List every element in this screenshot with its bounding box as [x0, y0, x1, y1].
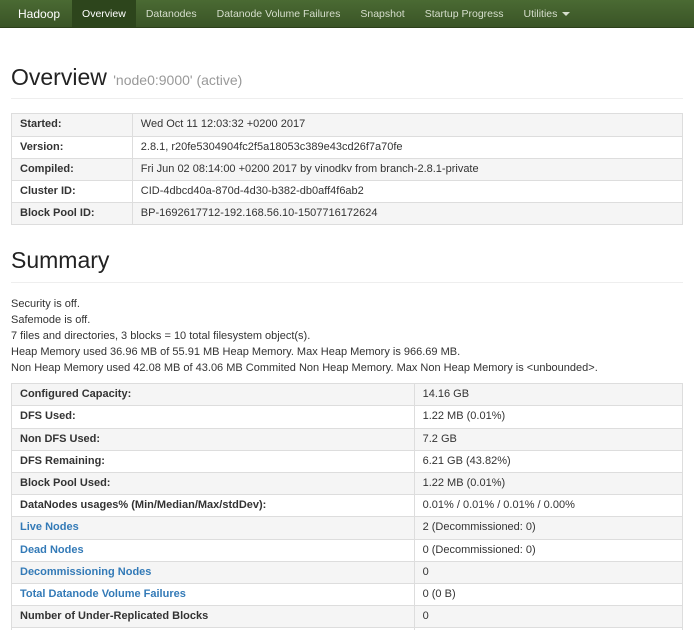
row-label: Started: [12, 114, 133, 136]
row-label: Block Pool ID: [12, 203, 133, 225]
row-label: Non DFS Used: [12, 428, 415, 450]
summary-line-security: Security is off. [11, 297, 683, 311]
row-label: Live Nodes [12, 517, 415, 539]
nav-item-snapshot[interactable]: Snapshot [350, 0, 414, 27]
row-value: 14.16 GB [414, 384, 682, 406]
row-label: Decommissioning Nodes [12, 561, 415, 583]
nav-item-overview[interactable]: Overview [72, 0, 136, 27]
row-value: CID-4dbcd40a-870d-4d30-b382-db0aff4f6ab2 [132, 181, 682, 203]
summary-line-safemode: Safemode is off. [11, 313, 683, 327]
overview-header: Overview 'node0:9000' (active) [11, 64, 683, 99]
table-row: Block Pool ID: BP-1692617712-192.168.56.… [12, 203, 683, 225]
navbar-brand[interactable]: Hadoop [6, 0, 72, 27]
row-value: Wed Oct 11 12:03:32 +0200 2017 [132, 114, 682, 136]
table-row: Configured Capacity: 14.16 GB [12, 384, 683, 406]
row-label: DFS Remaining: [12, 450, 415, 472]
chevron-down-icon [562, 12, 570, 16]
summary-table: Configured Capacity: 14.16 GB DFS Used: … [11, 383, 683, 630]
table-row: Cluster ID: CID-4dbcd40a-870d-4d30-b382-… [12, 181, 683, 203]
table-row: DataNodes usages% (Min/Median/Max/stdDev… [12, 495, 683, 517]
table-row: Total Datanode Volume Failures 0 (0 B) [12, 583, 683, 605]
row-value: 6.21 GB (43.82%) [414, 450, 682, 472]
row-value: 2 (Decommissioned: 0) [414, 517, 682, 539]
row-value: 0 [414, 561, 682, 583]
nav-item-startup-progress[interactable]: Startup Progress [415, 0, 514, 27]
page-title: Overview 'node0:9000' (active) [11, 64, 683, 90]
table-row: Started: Wed Oct 11 12:03:32 +0200 2017 [12, 114, 683, 136]
summary-title-text: Summary [11, 247, 109, 273]
row-value: 2.8.1, r20fe5304904fc2f5a18053c389e43cd2… [132, 136, 682, 158]
summary-lines: Security is off. Safemode is off. 7 file… [11, 297, 683, 375]
summary-line-heap-memory: Heap Memory used 36.96 MB of 55.91 MB He… [11, 345, 683, 359]
row-label: Total Datanode Volume Failures [12, 583, 415, 605]
row-label: Cluster ID: [12, 181, 133, 203]
row-label: Compiled: [12, 158, 133, 180]
row-value: 7.2 GB [414, 428, 682, 450]
live-nodes-link[interactable]: Live Nodes [20, 521, 79, 533]
decommissioning-nodes-link[interactable]: Decommissioning Nodes [20, 566, 151, 578]
row-value: 1.22 MB (0.01%) [414, 406, 682, 428]
row-value: BP-1692617712-192.168.56.10-150771617262… [132, 203, 682, 225]
top-navbar: Hadoop Overview Datanodes Datanode Volum… [0, 0, 694, 28]
nav-item-datanodes[interactable]: Datanodes [136, 0, 207, 27]
summary-header: Summary [11, 247, 683, 282]
row-value: 0.01% / 0.01% / 0.01% / 0.00% [414, 495, 682, 517]
dead-nodes-link[interactable]: Dead Nodes [20, 544, 84, 556]
nav-item-utilities[interactable]: Utilities [514, 0, 581, 27]
table-row: Compiled: Fri Jun 02 08:14:00 +0200 2017… [12, 158, 683, 180]
summary-title: Summary [11, 247, 683, 273]
row-value: 0 (0 B) [414, 583, 682, 605]
table-row: Dead Nodes 0 (Decommissioned: 0) [12, 539, 683, 561]
row-label: Number of Under-Replicated Blocks [12, 606, 415, 628]
row-value: 0 (Decommissioned: 0) [414, 539, 682, 561]
table-row: Live Nodes 2 (Decommissioned: 0) [12, 517, 683, 539]
row-value: 0 [414, 606, 682, 628]
nav-item-datanode-volume-failures[interactable]: Datanode Volume Failures [207, 0, 351, 27]
page-subtitle: 'node0:9000' (active) [113, 72, 242, 88]
row-value: Fri Jun 02 08:14:00 +0200 2017 by vinodk… [132, 158, 682, 180]
row-value: 1.22 MB (0.01%) [414, 472, 682, 494]
row-label: DFS Used: [12, 406, 415, 428]
summary-line-non-heap-memory: Non Heap Memory used 42.08 MB of 43.06 M… [11, 361, 683, 375]
total-datanode-volume-failures-link[interactable]: Total Datanode Volume Failures [20, 588, 186, 600]
row-label: Block Pool Used: [12, 472, 415, 494]
page-title-text: Overview [11, 64, 107, 90]
table-row: Non DFS Used: 7.2 GB [12, 428, 683, 450]
table-row: DFS Used: 1.22 MB (0.01%) [12, 406, 683, 428]
row-label: Dead Nodes [12, 539, 415, 561]
row-label: DataNodes usages% (Min/Median/Max/stdDev… [12, 495, 415, 517]
row-label: Configured Capacity: [12, 384, 415, 406]
overview-info-table: Started: Wed Oct 11 12:03:32 +0200 2017 … [11, 113, 683, 225]
summary-line-filesystem-objects: 7 files and directories, 3 blocks = 10 t… [11, 329, 683, 343]
row-label: Version: [12, 136, 133, 158]
nav-item-utilities-label: Utilities [524, 8, 558, 20]
table-row: Number of Under-Replicated Blocks 0 [12, 606, 683, 628]
table-row: Block Pool Used: 1.22 MB (0.01%) [12, 472, 683, 494]
table-row: Version: 2.8.1, r20fe5304904fc2f5a18053c… [12, 136, 683, 158]
table-row: Decommissioning Nodes 0 [12, 561, 683, 583]
table-row: DFS Remaining: 6.21 GB (43.82%) [12, 450, 683, 472]
